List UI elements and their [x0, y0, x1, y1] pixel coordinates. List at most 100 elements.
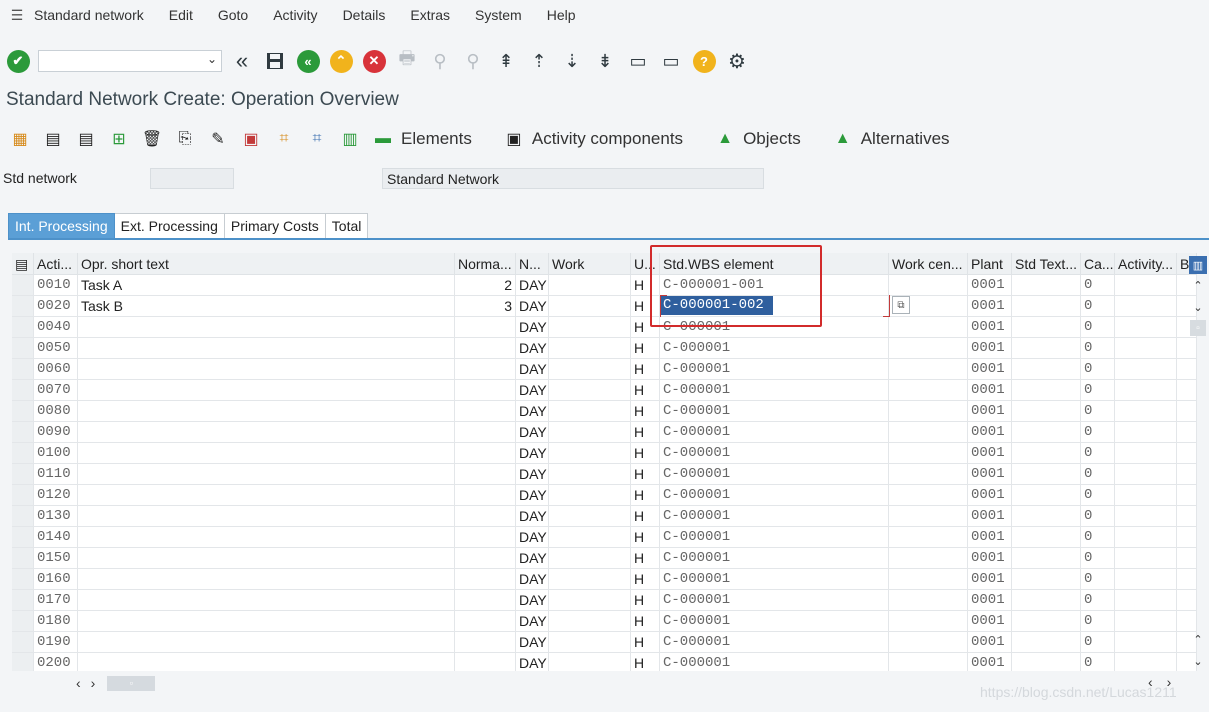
table-cell-activity[interactable]	[1115, 296, 1177, 316]
cancel-button[interactable]: ✕	[362, 49, 386, 73]
activity-components-button[interactable]: Activity components	[532, 129, 683, 149]
row-selector[interactable]	[12, 527, 34, 547]
table-cell-ca[interactable]: 0	[1081, 359, 1115, 379]
table-cell-wc[interactable]	[889, 653, 968, 671]
last-page-icon[interactable]: ⇟	[593, 49, 617, 73]
table-cell-stdtext[interactable]	[1012, 632, 1081, 652]
table-cell-text[interactable]	[78, 485, 455, 505]
table-cell-norm[interactable]	[455, 527, 516, 547]
table-cell-wc[interactable]	[889, 443, 968, 463]
table-cell-wc[interactable]	[889, 632, 968, 652]
column-header[interactable]: Norma...	[455, 253, 516, 275]
table-cell-norm[interactable]	[455, 569, 516, 589]
table-cell-work[interactable]	[549, 296, 631, 316]
table-cell-unit[interactable]: DAY	[516, 359, 549, 379]
tab-total[interactable]: Total	[325, 213, 369, 239]
table-cell-wc[interactable]	[889, 569, 968, 589]
table-cell-b[interactable]	[1177, 380, 1197, 400]
table-cell-u[interactable]: H	[631, 401, 660, 421]
menu-extras[interactable]: Extras	[410, 7, 450, 23]
table-cell-stdtext[interactable]	[1012, 338, 1081, 358]
table-cell-unit[interactable]: DAY	[516, 275, 549, 295]
table-cell-norm[interactable]	[455, 548, 516, 568]
table-cell-stdtext[interactable]	[1012, 359, 1081, 379]
table-cell-stdtext[interactable]	[1012, 653, 1081, 671]
row-selector[interactable]	[12, 380, 34, 400]
table-cell-ca[interactable]: 0	[1081, 569, 1115, 589]
previous-page-icon[interactable]: ⇡	[527, 49, 551, 73]
table-cell-text[interactable]	[78, 632, 455, 652]
delete-icon[interactable]: 🗑	[141, 128, 163, 150]
table-cell-b[interactable]	[1177, 443, 1197, 463]
general-data-icon[interactable]: ▤	[75, 128, 97, 150]
table-cell-u[interactable]: H	[631, 569, 660, 589]
table-cell-wc[interactable]	[889, 506, 968, 526]
table-cell-stdtext[interactable]	[1012, 443, 1081, 463]
table-cell-norm[interactable]	[455, 632, 516, 652]
table-cell-plant[interactable]: 0001	[968, 653, 1012, 671]
table-cell-work[interactable]	[549, 359, 631, 379]
table-cell-text[interactable]	[78, 569, 455, 589]
table-cell-ca[interactable]: 0	[1081, 338, 1115, 358]
table-cell-work[interactable]	[549, 527, 631, 547]
table-cell-act[interactable]: 0010	[34, 275, 78, 295]
table-cell-text[interactable]	[78, 317, 455, 337]
shortcut-icon[interactable]: ▭	[659, 49, 683, 73]
column-header[interactable]: N...	[516, 253, 549, 275]
table-cell-activity[interactable]	[1115, 611, 1177, 631]
table-cell-work[interactable]	[549, 506, 631, 526]
scroll-up-icon[interactable]: ⌃	[1190, 278, 1206, 292]
table-cell-act[interactable]: 0080	[34, 401, 78, 421]
table-cell-work[interactable]	[549, 569, 631, 589]
table-cell-u[interactable]: H	[631, 611, 660, 631]
table-cell-wc[interactable]	[889, 338, 968, 358]
row-selector[interactable]	[12, 485, 34, 505]
table-cell-wc[interactable]	[889, 380, 968, 400]
table-cell-activity[interactable]	[1115, 590, 1177, 610]
row-selector[interactable]	[12, 275, 34, 295]
table-cell-wbs[interactable]: C-000001	[660, 548, 889, 568]
table-cell-text[interactable]	[78, 548, 455, 568]
row-selector[interactable]	[12, 443, 34, 463]
table-cell-act[interactable]: 0020	[34, 296, 78, 316]
row-selector[interactable]	[12, 506, 34, 526]
print-icon[interactable]: 🖶	[395, 48, 419, 73]
row-selector[interactable]	[12, 632, 34, 652]
create-session-icon[interactable]: ▭	[626, 49, 650, 73]
table-cell-stdtext[interactable]	[1012, 401, 1081, 421]
table-cell-work[interactable]	[549, 401, 631, 421]
table-cell-unit[interactable]: DAY	[516, 401, 549, 421]
table-cell-stdtext[interactable]	[1012, 527, 1081, 547]
table-cell-ca[interactable]: 0	[1081, 590, 1115, 610]
table-cell-b[interactable]	[1177, 401, 1197, 421]
table-cell-ca[interactable]: 0	[1081, 464, 1115, 484]
column-header[interactable]: Activity...	[1115, 253, 1177, 275]
table-cell-u[interactable]: H	[631, 317, 660, 337]
table-cell-plant[interactable]: 0001	[968, 275, 1012, 295]
table-cell-u[interactable]: H	[631, 653, 660, 671]
table-cell-wc[interactable]	[889, 611, 968, 631]
menu-edit[interactable]: Edit	[169, 7, 193, 23]
tab-primary-costs[interactable]: Primary Costs	[224, 213, 326, 239]
alternatives-icon[interactable]: ▲	[832, 128, 854, 150]
table-cell-plant[interactable]: 0001	[968, 506, 1012, 526]
structure-icon[interactable]: ⌗	[306, 128, 328, 150]
table-cell-text[interactable]: Task B	[78, 296, 455, 316]
table-cell-norm[interactable]: 3	[455, 296, 516, 316]
table-cell-wc[interactable]	[889, 275, 968, 295]
table-cell-act[interactable]: 0040	[34, 317, 78, 337]
table-cell-unit[interactable]: DAY	[516, 464, 549, 484]
table-cell-work[interactable]	[549, 443, 631, 463]
table-cell-norm[interactable]	[455, 443, 516, 463]
overview-icon[interactable]: ▦	[9, 128, 31, 150]
table-cell-act[interactable]: 0060	[34, 359, 78, 379]
table-cell-plant[interactable]: 0001	[968, 590, 1012, 610]
table-cell-text[interactable]	[78, 359, 455, 379]
table-cell-norm[interactable]	[455, 611, 516, 631]
menu-activity[interactable]: Activity	[273, 7, 317, 23]
menu-system[interactable]: System	[475, 7, 522, 23]
table-cell-ca[interactable]: 0	[1081, 653, 1115, 671]
scroll-page-down-icon[interactable]: ⌄	[1190, 654, 1206, 668]
table-cell-plant[interactable]: 0001	[968, 317, 1012, 337]
table-cell-norm[interactable]	[455, 359, 516, 379]
